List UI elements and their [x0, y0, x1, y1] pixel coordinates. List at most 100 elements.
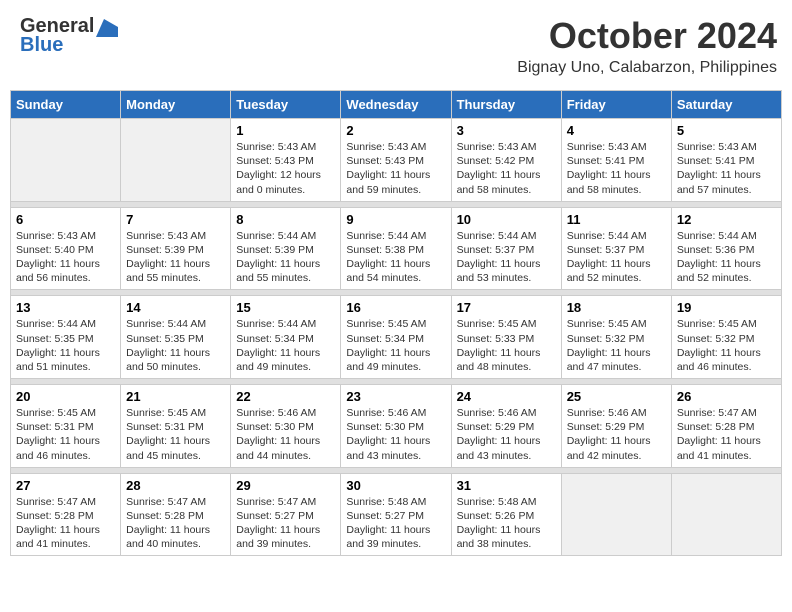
weekday-header-saturday: Saturday [671, 91, 781, 119]
day-info: Sunrise: 5:48 AM Sunset: 5:27 PM Dayligh… [346, 495, 445, 552]
day-info: Sunrise: 5:44 AM Sunset: 5:35 PM Dayligh… [126, 317, 225, 374]
calendar-cell [11, 119, 121, 202]
day-info: Sunrise: 5:46 AM Sunset: 5:29 PM Dayligh… [567, 406, 666, 463]
calendar-cell: 27 Sunrise: 5:47 AM Sunset: 5:28 PM Dayli… [11, 473, 121, 556]
day-number: 3 [457, 123, 556, 138]
day-number: 6 [16, 212, 115, 227]
calendar-cell: 25 Sunrise: 5:46 AM Sunset: 5:29 PM Dayli… [561, 385, 671, 468]
day-info: Sunrise: 5:44 AM Sunset: 5:37 PM Dayligh… [567, 229, 666, 286]
day-info: Sunrise: 5:47 AM Sunset: 5:27 PM Dayligh… [236, 495, 335, 552]
day-number: 22 [236, 389, 335, 404]
calendar-cell: 30 Sunrise: 5:48 AM Sunset: 5:27 PM Dayli… [341, 473, 451, 556]
calendar-header-row: SundayMondayTuesdayWednesdayThursdayFrid… [11, 91, 782, 119]
week-row-2: 6Sunrise: 5:43 AM Sunset: 5:40 PM Daylig… [11, 207, 782, 290]
calendar-cell: 9 Sunrise: 5:44 AM Sunset: 5:38 PM Daylig… [341, 207, 451, 290]
calendar-cell: 10 Sunrise: 5:44 AM Sunset: 5:37 PM Dayli… [451, 207, 561, 290]
day-number: 26 [677, 389, 776, 404]
calendar-cell [121, 119, 231, 202]
day-number: 4 [567, 123, 666, 138]
calendar-cell: 20Sunrise: 5:45 AM Sunset: 5:31 PM Dayli… [11, 385, 121, 468]
day-number: 24 [457, 389, 556, 404]
weekday-header-monday: Monday [121, 91, 231, 119]
day-info: Sunrise: 5:47 AM Sunset: 5:28 PM Dayligh… [677, 406, 776, 463]
day-info: Sunrise: 5:44 AM Sunset: 5:36 PM Dayligh… [677, 229, 776, 286]
calendar-cell: 8 Sunrise: 5:44 AM Sunset: 5:39 PM Daylig… [231, 207, 341, 290]
day-number: 25 [567, 389, 666, 404]
calendar-cell: 22Sunrise: 5:46 AM Sunset: 5:30 PM Dayli… [231, 385, 341, 468]
calendar-cell: 15Sunrise: 5:44 AM Sunset: 5:34 PM Dayli… [231, 296, 341, 379]
day-number: 18 [567, 300, 666, 315]
day-number: 27 [16, 478, 115, 493]
day-info: Sunrise: 5:43 AM Sunset: 5:41 PM Dayligh… [677, 140, 776, 197]
calendar-table: SundayMondayTuesdayWednesdayThursdayFrid… [10, 90, 782, 556]
page-header: General Blue October 2024 Bignay Uno, Ca… [10, 10, 782, 82]
month-title: October 2024 [517, 15, 777, 57]
title-area: October 2024 Bignay Uno, Calabarzon, Phi… [517, 15, 777, 77]
day-info: Sunrise: 5:48 AM Sunset: 5:26 PM Dayligh… [457, 495, 556, 552]
day-info: Sunrise: 5:45 AM Sunset: 5:34 PM Dayligh… [346, 317, 445, 374]
calendar-cell: 18Sunrise: 5:45 AM Sunset: 5:32 PM Dayli… [561, 296, 671, 379]
day-number: 10 [457, 212, 556, 227]
calendar-cell: 19Sunrise: 5:45 AM Sunset: 5:32 PM Dayli… [671, 296, 781, 379]
day-info: Sunrise: 5:44 AM Sunset: 5:38 PM Dayligh… [346, 229, 445, 286]
day-info: Sunrise: 5:46 AM Sunset: 5:29 PM Dayligh… [457, 406, 556, 463]
day-info: Sunrise: 5:43 AM Sunset: 5:42 PM Dayligh… [457, 140, 556, 197]
weekday-header-thursday: Thursday [451, 91, 561, 119]
day-info: Sunrise: 5:44 AM Sunset: 5:37 PM Dayligh… [457, 229, 556, 286]
day-info: Sunrise: 5:43 AM Sunset: 5:39 PM Dayligh… [126, 229, 225, 286]
calendar-cell: 11 Sunrise: 5:44 AM Sunset: 5:37 PM Dayli… [561, 207, 671, 290]
calendar-cell: 26 Sunrise: 5:47 AM Sunset: 5:28 PM Dayli… [671, 385, 781, 468]
day-info: Sunrise: 5:43 AM Sunset: 5:41 PM Dayligh… [567, 140, 666, 197]
logo-blue: Blue [20, 34, 63, 57]
day-number: 11 [567, 212, 666, 227]
day-info: Sunrise: 5:47 AM Sunset: 5:28 PM Dayligh… [126, 495, 225, 552]
day-number: 14 [126, 300, 225, 315]
day-info: Sunrise: 5:44 AM Sunset: 5:35 PM Dayligh… [16, 317, 115, 374]
weekday-header-friday: Friday [561, 91, 671, 119]
week-row-5: 27 Sunrise: 5:47 AM Sunset: 5:28 PM Dayli… [11, 473, 782, 556]
day-info: Sunrise: 5:46 AM Sunset: 5:30 PM Dayligh… [346, 406, 445, 463]
day-number: 16 [346, 300, 445, 315]
day-number: 30 [346, 478, 445, 493]
day-number: 21 [126, 389, 225, 404]
calendar-cell: 6Sunrise: 5:43 AM Sunset: 5:40 PM Daylig… [11, 207, 121, 290]
weekday-header-sunday: Sunday [11, 91, 121, 119]
day-info: Sunrise: 5:44 AM Sunset: 5:39 PM Dayligh… [236, 229, 335, 286]
day-number: 9 [346, 212, 445, 227]
day-info: Sunrise: 5:43 AM Sunset: 5:43 PM Dayligh… [346, 140, 445, 197]
calendar-cell: 21Sunrise: 5:45 AM Sunset: 5:31 PM Dayli… [121, 385, 231, 468]
location-subtitle: Bignay Uno, Calabarzon, Philippines [517, 59, 777, 77]
day-number: 1 [236, 123, 335, 138]
day-info: Sunrise: 5:47 AM Sunset: 5:28 PM Dayligh… [16, 495, 115, 552]
day-info: Sunrise: 5:43 AM Sunset: 5:43 PM Dayligh… [236, 140, 335, 197]
calendar-cell: 31 Sunrise: 5:48 AM Sunset: 5:26 PM Dayli… [451, 473, 561, 556]
day-number: 28 [126, 478, 225, 493]
calendar-cell: 12 Sunrise: 5:44 AM Sunset: 5:36 PM Dayli… [671, 207, 781, 290]
day-number: 31 [457, 478, 556, 493]
calendar-cell: 17Sunrise: 5:45 AM Sunset: 5:33 PM Dayli… [451, 296, 561, 379]
day-number: 12 [677, 212, 776, 227]
week-row-3: 13 Sunrise: 5:44 AM Sunset: 5:35 PM Dayli… [11, 296, 782, 379]
day-number: 17 [457, 300, 556, 315]
calendar-cell: 1 Sunrise: 5:43 AM Sunset: 5:43 PM Daylig… [231, 119, 341, 202]
calendar-cell: 24 Sunrise: 5:46 AM Sunset: 5:29 PM Dayli… [451, 385, 561, 468]
calendar-cell: 13 Sunrise: 5:44 AM Sunset: 5:35 PM Dayli… [11, 296, 121, 379]
calendar-cell: 3 Sunrise: 5:43 AM Sunset: 5:42 PM Daylig… [451, 119, 561, 202]
day-number: 7 [126, 212, 225, 227]
day-number: 13 [16, 300, 115, 315]
logo-icon [96, 17, 118, 37]
day-number: 23 [346, 389, 445, 404]
calendar-cell: 29 Sunrise: 5:47 AM Sunset: 5:27 PM Dayli… [231, 473, 341, 556]
week-row-1: 1 Sunrise: 5:43 AM Sunset: 5:43 PM Daylig… [11, 119, 782, 202]
calendar-cell: 23 Sunrise: 5:46 AM Sunset: 5:30 PM Dayli… [341, 385, 451, 468]
calendar-cell: 2 Sunrise: 5:43 AM Sunset: 5:43 PM Daylig… [341, 119, 451, 202]
day-number: 5 [677, 123, 776, 138]
day-number: 29 [236, 478, 335, 493]
calendar-cell: 7 Sunrise: 5:43 AM Sunset: 5:39 PM Daylig… [121, 207, 231, 290]
week-row-4: 20Sunrise: 5:45 AM Sunset: 5:31 PM Dayli… [11, 385, 782, 468]
calendar-cell: 28 Sunrise: 5:47 AM Sunset: 5:28 PM Dayli… [121, 473, 231, 556]
day-info: Sunrise: 5:45 AM Sunset: 5:31 PM Dayligh… [16, 406, 115, 463]
day-number: 2 [346, 123, 445, 138]
day-number: 8 [236, 212, 335, 227]
calendar-cell: 14 Sunrise: 5:44 AM Sunset: 5:35 PM Dayli… [121, 296, 231, 379]
